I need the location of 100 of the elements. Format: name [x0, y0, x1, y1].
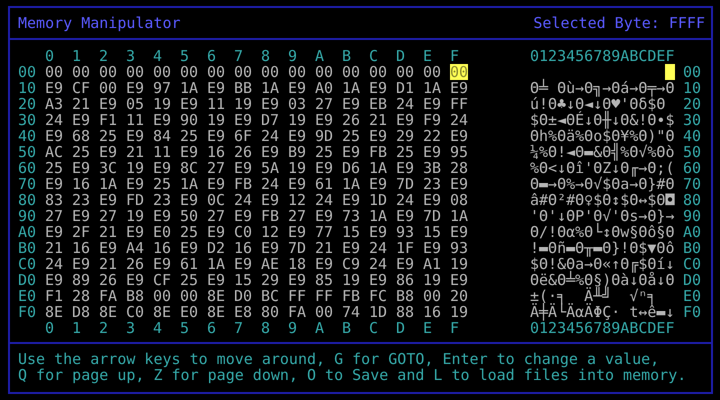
hex-byte[interactable]: 00 [180, 64, 198, 80]
hex-byte[interactable]: E9 [261, 96, 280, 112]
hex-byte[interactable]: 15 [342, 224, 360, 240]
hex-byte[interactable]: 23 [72, 192, 90, 208]
hex-byte[interactable]: 1A [369, 208, 388, 224]
hex-byte[interactable]: 25 [180, 128, 198, 144]
hex-byte[interactable]: E9 [261, 192, 280, 208]
hex-byte[interactable]: 19 [234, 96, 252, 112]
hex-byte[interactable]: 16 [72, 176, 90, 192]
hex-byte[interactable]: E9 [369, 272, 388, 288]
hex-byte[interactable]: 25 [396, 144, 414, 160]
hex-byte[interactable]: 00 [207, 64, 226, 80]
hex-byte[interactable]: 26 [126, 256, 144, 272]
hex-byte[interactable]: FB [369, 144, 388, 160]
hex-byte[interactable]: 24 [396, 192, 414, 208]
hex-byte[interactable]: A0 [315, 80, 334, 96]
hex-byte[interactable]: 19 [126, 208, 144, 224]
hex-byte[interactable]: 19 [423, 272, 442, 288]
hex-byte[interactable]: 00 [45, 64, 64, 80]
hex-byte[interactable]: 7D [396, 176, 414, 192]
hex-byte[interactable]: E9 [45, 128, 64, 144]
hex-byte[interactable]: 12 [261, 224, 280, 240]
hex-byte[interactable]: E9 [153, 160, 172, 176]
hex-byte[interactable]: 73 [342, 208, 360, 224]
hex-byte[interactable]: E9 [99, 192, 118, 208]
hex-byte[interactable]: 00 [126, 64, 144, 80]
hex-byte[interactable]: 93 [450, 240, 468, 256]
hex-byte[interactable]: C0 [126, 304, 144, 320]
hex-byte[interactable]: E9 [423, 144, 442, 160]
hex-byte[interactable]: E9 [234, 160, 252, 176]
hex-byte[interactable]: 25 [72, 144, 90, 160]
hex-byte[interactable]: FB [234, 176, 252, 192]
hex-byte[interactable]: AE [261, 256, 280, 272]
hex-byte[interactable]: 24 [396, 96, 414, 112]
hex-byte[interactable]: C0 [234, 224, 252, 240]
hex-byte[interactable]: 15 [423, 224, 442, 240]
hex-byte[interactable]: 24 [369, 240, 388, 256]
hex-byte[interactable]: E9 [234, 208, 252, 224]
hex-byte[interactable]: E9 [315, 208, 334, 224]
hex-byte[interactable]: 05 [126, 96, 144, 112]
hex-byte[interactable]: 21 [126, 144, 144, 160]
hex-byte[interactable]: 50 [180, 208, 198, 224]
hex-byte[interactable]: 1A [423, 80, 442, 96]
hex-byte[interactable]: 26 [99, 272, 118, 288]
hex-byte[interactable]: 1A [342, 176, 360, 192]
hex-byte[interactable]: 88 [396, 304, 414, 320]
hex-byte[interactable]: 8E [207, 288, 226, 304]
hex-byte[interactable]: 85 [315, 272, 334, 288]
hex-byte[interactable]: FA [288, 304, 306, 320]
hex-byte[interactable]: 21 [369, 112, 388, 128]
hex-byte[interactable]: 16 [207, 144, 226, 160]
hex-byte[interactable]: 1A [180, 176, 198, 192]
hex-byte[interactable]: E9 [261, 144, 280, 160]
hex-byte[interactable]: E9 [261, 240, 280, 256]
hex-byte[interactable]: 08 [450, 192, 468, 208]
hex-byte[interactable]: 8C [180, 160, 198, 176]
hex-byte[interactable]: E0 [180, 304, 198, 320]
hex-byte[interactable]: 00 [99, 64, 118, 80]
hex-byte[interactable]: 8E [153, 304, 172, 320]
hex-byte[interactable]: E9 [288, 272, 306, 288]
hex-byte[interactable]: 21 [72, 96, 90, 112]
hex-byte[interactable]: 00 [315, 304, 334, 320]
hex-byte[interactable]: D0 [234, 288, 252, 304]
hex-byte[interactable]: 21 [99, 224, 118, 240]
hex-byte[interactable]: E9 [450, 272, 468, 288]
hex-byte[interactable]: 00 [99, 80, 118, 96]
hex-byte[interactable]: 23 [153, 192, 172, 208]
hex-byte[interactable]: FD [126, 192, 144, 208]
hex-byte[interactable]: 25 [45, 160, 64, 176]
hex-byte[interactable]: 1A [342, 80, 360, 96]
hex-byte[interactable]: 25 [153, 176, 172, 192]
hex-byte[interactable]: 23 [423, 176, 442, 192]
hex-byte[interactable]: E9 [72, 208, 90, 224]
hex-byte[interactable]: 00 [315, 64, 334, 80]
hex-byte[interactable]: 00 [153, 64, 172, 80]
hex-byte[interactable]: BC [261, 288, 280, 304]
hex-byte[interactable]: E9 [72, 112, 90, 128]
hex-byte[interactable]: E9 [45, 80, 64, 96]
hex-byte[interactable]: 7D [288, 240, 306, 256]
hex-byte[interactable]: 19 [342, 272, 360, 288]
hex-byte[interactable]: E9 [396, 112, 414, 128]
hex-byte[interactable]: E9 [153, 112, 172, 128]
hex-byte[interactable]: 74 [342, 304, 360, 320]
hex-byte[interactable]: F1 [99, 112, 118, 128]
hex-byte[interactable]: 27 [45, 208, 64, 224]
hex-byte[interactable]: 00 [261, 64, 280, 80]
hex-byte[interactable]: E9 [207, 128, 226, 144]
hex-byte[interactable]: E9 [315, 112, 334, 128]
hex-byte[interactable]: 1A [261, 80, 280, 96]
hex-byte[interactable]: A3 [45, 96, 64, 112]
hex-byte[interactable]: 00 [342, 64, 360, 80]
hex-byte[interactable]: E9 [207, 80, 226, 96]
hex-byte[interactable]: E9 [342, 96, 360, 112]
hex-byte[interactable]: E9 [423, 192, 442, 208]
hex-byte[interactable]: 24 [45, 256, 64, 272]
hex-byte[interactable]: E9 [153, 256, 172, 272]
hex-byte[interactable]: 27 [315, 96, 334, 112]
hex-byte[interactable]: 19 [450, 256, 468, 272]
hex-byte[interactable]: 00 [369, 64, 388, 80]
hex-byte[interactable]: E9 [99, 144, 118, 160]
